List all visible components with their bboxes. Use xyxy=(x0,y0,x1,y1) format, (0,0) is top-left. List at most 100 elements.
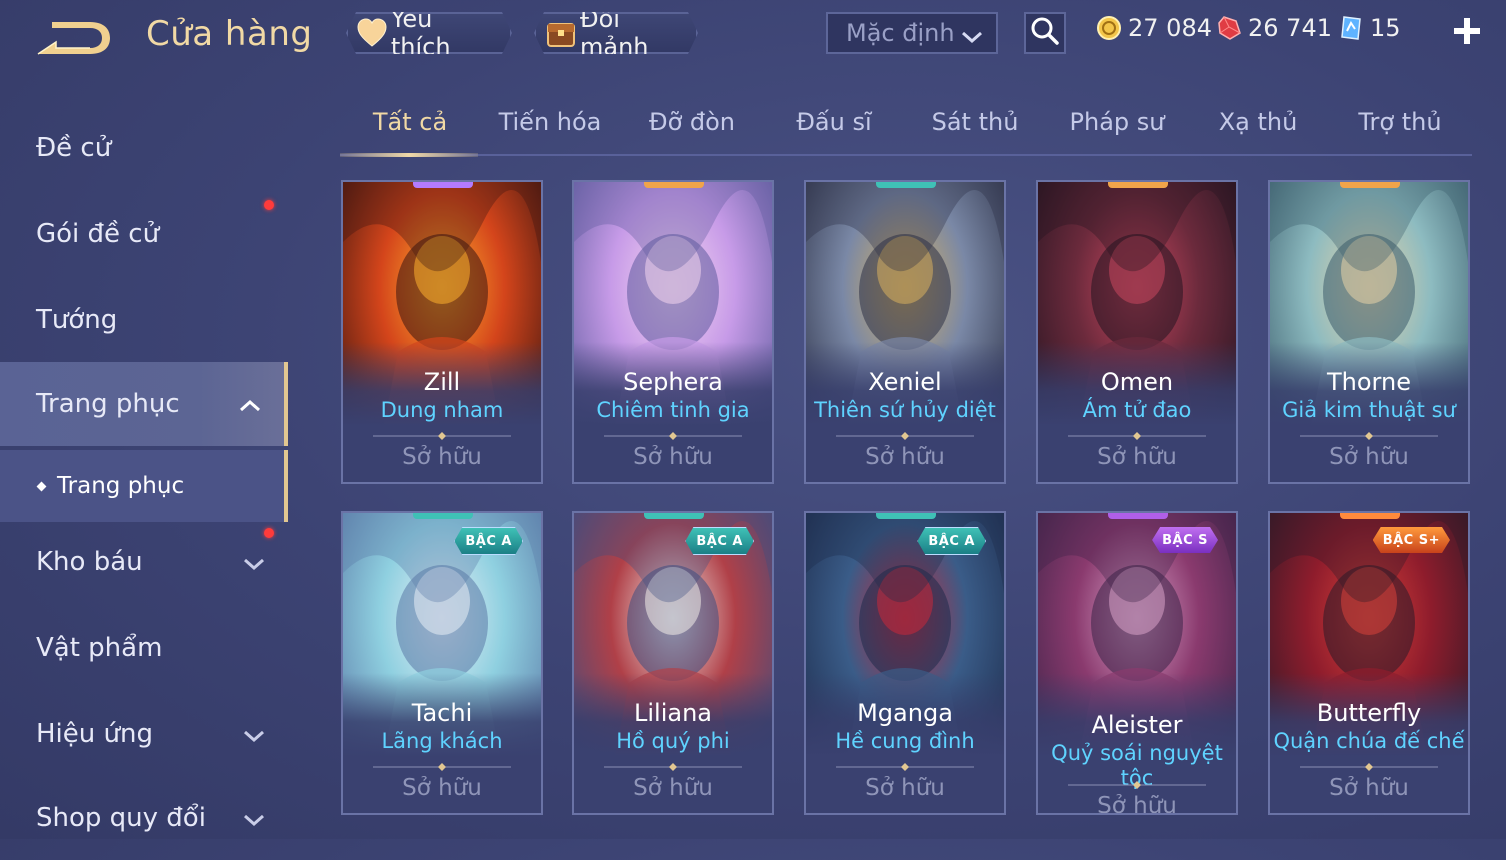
active-tab-indicator xyxy=(340,153,478,157)
tier-ribbon xyxy=(1108,513,1168,519)
owned-status: Sở hữu xyxy=(1097,793,1177,815)
voucher-currency: 26 741 xyxy=(1216,14,1332,42)
favorites-button[interactable]: Yêu thích xyxy=(346,12,512,54)
chevron-down-icon xyxy=(960,24,984,52)
search-icon xyxy=(1030,16,1060,50)
hero-name: Xeniel xyxy=(868,368,942,396)
skin-name: Dung nham xyxy=(380,398,504,422)
search-button[interactable] xyxy=(1024,12,1066,54)
tier-ribbon xyxy=(1108,182,1168,188)
skin-card[interactable]: Thorne Giả kim thuật sư Sở hữu xyxy=(1268,180,1470,484)
hero-name: Liliana xyxy=(634,699,712,727)
skin-card[interactable]: Aleister Quỷ soái nguyệt tộc Sở hữu BẬC … xyxy=(1036,511,1238,815)
sidebar-item-label: Shop quy đổi xyxy=(36,803,206,833)
chevron-down-icon xyxy=(242,722,266,752)
skin-card[interactable]: Tachi Lãng khách Sở hữu BẬC A xyxy=(341,511,543,815)
exchange-label: Đổi mảnh xyxy=(580,5,649,61)
tier-ribbon xyxy=(1340,513,1400,519)
sidebar: Đề cử Gói đề cử Tướng Trang phục Trang p… xyxy=(0,100,290,839)
diamond-currency: 15 xyxy=(1338,14,1401,42)
hero-name: Sephera xyxy=(623,368,723,396)
hero-name: Thorne xyxy=(1327,368,1411,396)
tab-assassin[interactable]: Sát thủ xyxy=(905,108,1045,136)
gold-currency: 27 084 xyxy=(1096,14,1212,42)
owned-status: Sở hữu xyxy=(402,444,482,470)
page-title: Cửa hàng xyxy=(146,14,313,54)
hero-name: Omen xyxy=(1100,368,1174,396)
ornament-divider xyxy=(604,432,742,440)
owned-status: Sở hữu xyxy=(1097,444,1177,470)
ornament-divider xyxy=(836,763,974,771)
plus-icon[interactable] xyxy=(1450,14,1484,48)
owned-status: Sở hữu xyxy=(865,775,945,801)
skin-name: Giả kim thuật sư xyxy=(1282,398,1456,422)
sidebar-subitem-skins[interactable]: Trang phục xyxy=(0,450,288,522)
tab-evolution[interactable]: Tiến hóa xyxy=(480,108,620,136)
tier-ribbon xyxy=(644,513,704,519)
notification-dot xyxy=(264,200,274,210)
skin-name: Hồ quý phi xyxy=(616,729,730,753)
tier-ribbon xyxy=(413,182,473,188)
skin-card[interactable]: Xeniel Thiên sứ hủy diệt Sở hữu xyxy=(804,180,1006,484)
owned-status: Sở hữu xyxy=(633,444,713,470)
ornament-divider xyxy=(836,432,974,440)
tier-badge: BẬC A xyxy=(685,527,754,555)
back-icon[interactable] xyxy=(34,16,114,60)
tab-mage[interactable]: Pháp sư xyxy=(1047,108,1187,136)
gold-amount: 27 084 xyxy=(1128,14,1212,42)
ornament-divider xyxy=(1300,432,1438,440)
ornament-divider xyxy=(1068,432,1206,440)
sort-dropdown[interactable]: Mặc định xyxy=(826,12,998,54)
diamond-card-icon xyxy=(1338,15,1364,41)
ornament-divider xyxy=(604,763,742,771)
sidebar-item-label: Kho báu xyxy=(36,547,143,577)
ornament-divider xyxy=(1068,781,1206,789)
gold-coin-icon xyxy=(1096,15,1122,41)
skin-name: Chiêm tinh gia xyxy=(596,398,750,422)
skin-card[interactable]: Liliana Hồ quý phi Sở hữu BẬC A xyxy=(572,511,774,815)
skin-card[interactable]: Sephera Chiêm tinh gia Sở hữu xyxy=(572,180,774,484)
tier-badge: BẬC S+ xyxy=(1373,527,1450,553)
hero-name: Zill xyxy=(423,368,461,396)
sidebar-item-bundles[interactable]: Gói đề cử xyxy=(0,192,288,276)
sidebar-item-effects[interactable]: Hiệu ứng xyxy=(0,692,288,776)
skin-card[interactable]: Omen Ám tử đao Sở hữu xyxy=(1036,180,1238,484)
sidebar-item-heroes[interactable]: Tướng xyxy=(0,278,288,362)
chest-icon xyxy=(544,16,578,50)
sidebar-item-label: Hiệu ứng xyxy=(36,719,153,749)
tier-ribbon xyxy=(1340,182,1400,188)
sidebar-item-items[interactable]: Vật phẩm xyxy=(0,606,288,690)
owned-status: Sở hữu xyxy=(402,775,482,801)
sidebar-item-skins[interactable]: Trang phục xyxy=(0,362,288,446)
tab-support[interactable]: Trợ thủ xyxy=(1330,108,1470,136)
skin-card[interactable]: Butterfly Quận chúa đế chế Sở hữu BẬC S+ xyxy=(1268,511,1470,815)
hero-name: Tachi xyxy=(411,699,473,727)
hero-name: Mganga xyxy=(857,699,953,727)
hero-name: Aleister xyxy=(1091,711,1183,739)
owned-status: Sở hữu xyxy=(1329,775,1409,801)
chevron-up-icon xyxy=(238,392,262,422)
tab-fighter[interactable]: Đấu sĩ xyxy=(764,108,904,136)
skin-name: Quận chúa đế chế xyxy=(1273,729,1465,753)
skin-card[interactable]: Mganga Hề cung đình Sở hữu BẬC A xyxy=(804,511,1006,815)
diamond-amount: 15 xyxy=(1370,14,1401,42)
skin-card[interactable]: Zill Dung nham Sở hữu xyxy=(341,180,543,484)
tab-tank[interactable]: Đỡ đòn xyxy=(622,108,762,136)
bullet-icon xyxy=(36,481,47,491)
sidebar-item-label: Vật phẩm xyxy=(36,633,163,663)
notification-dot xyxy=(264,528,274,538)
tier-ribbon xyxy=(876,513,936,519)
sidebar-item-treasure[interactable]: Kho báu xyxy=(0,520,288,604)
exchange-button[interactable]: Đổi mảnh xyxy=(534,12,698,54)
sidebar-item-label: Đề cử xyxy=(36,133,112,163)
tier-ribbon xyxy=(644,182,704,188)
sidebar-item-featured[interactable]: Đề cử xyxy=(0,106,288,190)
tab-marksman[interactable]: Xạ thủ xyxy=(1188,108,1328,136)
skin-name: Hề cung đình xyxy=(835,729,975,753)
heart-icon xyxy=(356,16,389,50)
sidebar-item-exchange-shop[interactable]: Shop quy đổi xyxy=(0,776,288,860)
sidebar-subitem-label: Trang phục xyxy=(57,473,185,499)
tab-all[interactable]: Tất cả xyxy=(340,108,480,136)
sidebar-item-label: Trang phục xyxy=(36,389,180,419)
ornament-divider xyxy=(373,432,511,440)
